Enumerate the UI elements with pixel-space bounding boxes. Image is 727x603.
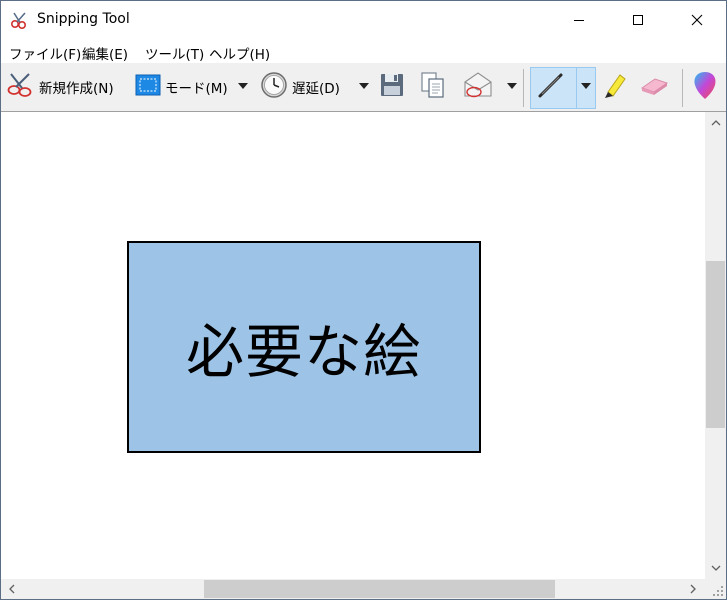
mode-button[interactable]: モード(M) bbox=[135, 69, 228, 105]
delay-button[interactable]: 遅延(D) bbox=[260, 69, 340, 105]
mode-dropdown-arrow-icon[interactable] bbox=[238, 83, 248, 89]
toolbar: 新規作成(N) モード(M) 遅延(D) bbox=[1, 63, 726, 112]
captured-image: 必要な絵 bbox=[127, 241, 481, 453]
clock-icon bbox=[260, 71, 288, 103]
eraser-icon bbox=[639, 70, 669, 104]
pen-dropdown-arrow-icon[interactable] bbox=[581, 83, 591, 89]
captured-image-text: 必要な絵 bbox=[185, 318, 422, 386]
toolbar-separator bbox=[523, 69, 524, 107]
scroll-left-arrow-icon[interactable] bbox=[3, 580, 20, 598]
horizontal-scroll-thumb[interactable] bbox=[204, 580, 555, 598]
copy-button[interactable] bbox=[420, 69, 446, 105]
menu-tools[interactable]: ツール(T) bbox=[145, 43, 204, 63]
new-snip-label: 新規作成(N) bbox=[39, 81, 114, 97]
title-bar[interactable]: Snipping Tool bbox=[1, 1, 726, 39]
menu-bar: ファイル(F) 編集(E) ツール(T) ヘルプ(H) bbox=[1, 39, 726, 63]
scissors-icon bbox=[5, 71, 35, 103]
send-dropdown-arrow-icon[interactable] bbox=[507, 83, 517, 89]
rectangle-snip-icon bbox=[135, 74, 161, 100]
scissors-app-icon bbox=[10, 11, 30, 30]
eraser-button[interactable] bbox=[639, 69, 669, 105]
paint3d-icon bbox=[692, 70, 718, 104]
pen-icon-wrap[interactable] bbox=[536, 69, 566, 105]
scroll-right-arrow-icon[interactable] bbox=[685, 580, 702, 598]
resize-grip-icon bbox=[713, 586, 723, 596]
window-title: Snipping Tool bbox=[37, 11, 130, 27]
copy-icon bbox=[420, 71, 446, 103]
scroll-up-arrow-icon[interactable] bbox=[705, 114, 726, 131]
paint3d-button[interactable] bbox=[692, 69, 718, 105]
envelope-icon bbox=[462, 70, 494, 104]
delay-dropdown-arrow-icon[interactable] bbox=[359, 83, 369, 89]
menu-file[interactable]: ファイル(F) bbox=[9, 43, 81, 63]
resize-grip[interactable] bbox=[705, 579, 726, 599]
close-button[interactable] bbox=[667, 1, 726, 39]
scroll-down-arrow-icon[interactable] bbox=[705, 560, 726, 577]
vertical-scroll-thumb[interactable] bbox=[706, 261, 725, 428]
snipping-tool-window: Snipping Tool ファイル(F) 編集(E) ツール(T) ヘルプ(H… bbox=[0, 0, 727, 600]
pen-split-divider bbox=[576, 67, 577, 109]
send-snip-button[interactable] bbox=[462, 69, 494, 105]
delay-label: 遅延(D) bbox=[292, 81, 340, 97]
menu-help[interactable]: ヘルプ(H) bbox=[209, 43, 270, 63]
snip-canvas[interactable]: 必要な絵 bbox=[1, 112, 705, 579]
horizontal-scrollbar[interactable] bbox=[1, 579, 705, 599]
save-button[interactable] bbox=[380, 69, 404, 105]
menu-edit[interactable]: 編集(E) bbox=[82, 43, 128, 63]
vertical-scrollbar[interactable] bbox=[705, 112, 726, 579]
highlighter-button[interactable] bbox=[600, 69, 630, 105]
highlighter-icon bbox=[600, 70, 630, 104]
toolbar-separator-2 bbox=[682, 69, 683, 107]
maximize-button[interactable] bbox=[608, 1, 667, 39]
mode-label: モード(M) bbox=[165, 81, 228, 97]
minimize-button[interactable] bbox=[549, 1, 608, 39]
floppy-disk-icon bbox=[380, 73, 404, 101]
new-snip-button[interactable]: 新規作成(N) bbox=[5, 69, 114, 105]
pen-icon bbox=[536, 70, 566, 104]
